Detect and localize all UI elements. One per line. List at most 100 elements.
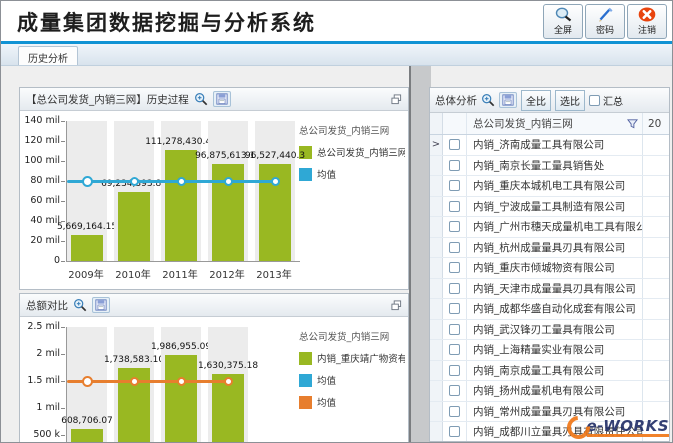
x-axis-label: 2009年 xyxy=(66,266,106,281)
panel-splitter[interactable] xyxy=(409,66,431,442)
row-indicator-cell xyxy=(430,320,443,340)
compare-all-button[interactable]: 全比 xyxy=(521,90,551,111)
zoom-icon[interactable] xyxy=(73,298,87,312)
checkbox-icon[interactable] xyxy=(589,95,600,106)
table-row[interactable]: 内销_武汉锋刃工量具有限公司 xyxy=(430,320,669,341)
pencil-icon xyxy=(597,7,613,25)
total-compare-chart-header: 总额对比 xyxy=(20,294,408,317)
table-row[interactable]: 内销_重庆本城机电工具有限公司 xyxy=(430,176,669,197)
row-checkbox[interactable] xyxy=(449,385,460,396)
row-checkbox-cell xyxy=(443,402,467,422)
y-axis-tick-label: 1.5 mil xyxy=(20,375,60,386)
restore-window-icon[interactable] xyxy=(391,296,402,315)
zoom-icon[interactable] xyxy=(481,93,495,107)
company-name-cell: 内销_宁波成量工具制造有限公司 xyxy=(467,197,642,217)
titlebar-buttons: 全屏 密码 注销 xyxy=(543,4,667,39)
y-axis-tick-label: 500 k xyxy=(20,429,60,440)
y-axis-tick-label: 60 mil xyxy=(20,195,60,206)
row-checkbox[interactable] xyxy=(449,303,460,314)
row-checkbox[interactable] xyxy=(449,344,460,355)
row-checkbox[interactable] xyxy=(449,262,460,273)
overall-analysis-panel: 总体分析 全比 选比 汇总 总公司发 xyxy=(429,87,670,442)
table-row[interactable]: 内销_扬州成量机电有限公司 xyxy=(430,381,669,402)
table-row[interactable]: 内销_常州成量量具刃具有限公司 xyxy=(430,402,669,423)
table-row[interactable]: 内销_广州市穗天成量机电工具有限公司 xyxy=(430,217,669,238)
value-column-header[interactable]: 20 xyxy=(642,113,669,134)
row-checkbox[interactable] xyxy=(449,426,460,437)
fullscreen-button-label: 全屏 xyxy=(554,26,572,36)
save-icon[interactable] xyxy=(499,92,517,108)
table-row[interactable]: 内销_成都华盛自动化成套有限公司 xyxy=(430,299,669,320)
value-cell xyxy=(642,197,669,217)
company-name: 内销_济南成量工具有限公司 xyxy=(473,137,604,152)
mean-marker xyxy=(130,177,139,186)
tab-history-analysis[interactable]: 历史分析 xyxy=(18,46,78,65)
table-row[interactable]: 内销_杭州成量量具刃具有限公司 xyxy=(430,238,669,259)
company-table: 总公司发货_内销三网 20 >内销_济南成量工具有限公司内销_南京长量工量具销售… xyxy=(430,113,669,441)
mean-line xyxy=(67,180,278,183)
bar[interactable] xyxy=(165,150,197,261)
bar-value-label: 1,630,375.18 xyxy=(198,361,258,371)
legend-swatch xyxy=(299,374,312,387)
row-indicator-cell xyxy=(430,402,443,422)
table-row[interactable]: 内销_宁波成量工具制造有限公司 xyxy=(430,197,669,218)
table-row[interactable]: 内销_南京长量工量具销售处 xyxy=(430,156,669,177)
overall-analysis-title: 总体分析 xyxy=(435,93,477,108)
zoom-icon[interactable] xyxy=(194,92,208,106)
mean-marker xyxy=(224,377,233,386)
summary-checkbox[interactable]: 汇总 xyxy=(589,93,623,108)
mean-marker xyxy=(177,377,186,386)
bar-value-label: 96,527,440.3 xyxy=(245,151,305,161)
x-axis-label: 2013年 xyxy=(254,266,294,281)
row-checkbox[interactable] xyxy=(449,221,460,232)
y-axis-tick-label: 2.5 mil xyxy=(20,321,60,332)
value-cell xyxy=(642,135,669,155)
company-column-header[interactable]: 总公司发货_内销三网 xyxy=(467,113,642,134)
save-icon[interactable] xyxy=(92,297,110,313)
table-row[interactable]: 内销_天津市成量量具刃具有限公司 xyxy=(430,279,669,300)
row-checkbox[interactable] xyxy=(449,201,460,212)
row-checkbox[interactable] xyxy=(449,160,460,171)
restore-window-icon[interactable] xyxy=(391,90,402,109)
magnifier-icon xyxy=(555,7,572,25)
row-checkbox-cell xyxy=(443,176,467,196)
password-button[interactable]: 密码 xyxy=(585,4,625,39)
compare-selected-button[interactable]: 选比 xyxy=(555,90,585,111)
save-icon[interactable] xyxy=(213,91,231,107)
row-indicator-cell xyxy=(430,361,443,381)
table-row[interactable]: 内销_重庆市倾城物资有限公司 xyxy=(430,258,669,279)
bar[interactable] xyxy=(165,355,197,443)
total-compare-chart-panel: 总额对比 总公司发货_内销三网内销_重庆靖广物资有限公司均值均值 608,706… xyxy=(19,293,409,443)
row-checkbox[interactable] xyxy=(449,283,460,294)
legend-label: 总公司发货_内销三网 xyxy=(317,145,405,159)
filter-funnel-icon[interactable] xyxy=(627,114,638,133)
row-checkbox[interactable] xyxy=(449,406,460,417)
row-checkbox-cell xyxy=(443,340,467,360)
row-checkbox-cell xyxy=(443,361,467,381)
bar[interactable] xyxy=(71,429,103,443)
total-compare-chart-title: 总额对比 xyxy=(26,298,68,313)
bar-value-label: 1,738,583.10 xyxy=(104,355,164,365)
bar[interactable] xyxy=(118,192,150,261)
mean-marker xyxy=(82,176,93,187)
table-row[interactable]: 内销_上海精量实业有限公司 xyxy=(430,340,669,361)
row-checkbox[interactable] xyxy=(449,365,460,376)
row-checkbox[interactable] xyxy=(449,242,460,253)
fullscreen-button[interactable]: 全屏 xyxy=(543,4,583,39)
row-indicator-cell xyxy=(430,279,443,299)
logout-button[interactable]: 注销 xyxy=(627,4,667,39)
row-checkbox-cell xyxy=(443,197,467,217)
mean-marker xyxy=(130,377,139,386)
table-row[interactable]: 内销_成都川立量具刃具有限责任公司 xyxy=(430,422,669,441)
company-name: 内销_常州成量量具刃具有限公司 xyxy=(473,404,625,419)
company-name-cell: 内销_天津市成量量具刃具有限公司 xyxy=(467,279,642,299)
table-row[interactable]: 内销_南京成量工具有限公司 xyxy=(430,361,669,382)
legend-title: 总公司发货_内销三网 xyxy=(299,329,405,343)
company-name: 内销_南京成量工具有限公司 xyxy=(473,363,604,378)
checkbox-column-header xyxy=(443,113,467,134)
table-row[interactable]: >内销_济南成量工具有限公司 xyxy=(430,135,669,156)
bar[interactable] xyxy=(71,235,103,261)
row-checkbox[interactable] xyxy=(449,324,460,335)
row-checkbox[interactable] xyxy=(449,139,460,150)
row-checkbox[interactable] xyxy=(449,180,460,191)
